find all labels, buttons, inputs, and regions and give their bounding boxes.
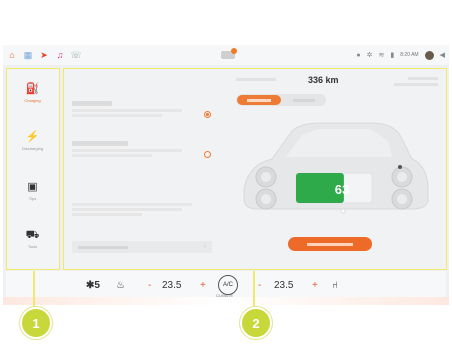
apps-icon[interactable]: ▦: [23, 50, 33, 60]
sidebar-item-label: Charging: [24, 98, 41, 103]
avatar[interactable]: [424, 50, 434, 60]
option-radio-1[interactable]: [204, 111, 211, 118]
battery-percent: 63: [335, 182, 349, 197]
temp-left-value: 23.5: [162, 280, 182, 291]
lock-icon: ●: [356, 51, 361, 59]
temp-right-value: 23.5: [274, 280, 294, 291]
sidebar-item-charging[interactable]: ⛽ Charging: [7, 71, 58, 115]
temp-left-plus-button[interactable]: +: [200, 279, 206, 293]
fuel-pump-icon: ⛽: [25, 83, 40, 95]
sidebar-item-label: Tips: [28, 196, 37, 201]
callout-2: 2: [240, 307, 272, 339]
fan-speed-left[interactable]: ✱5: [86, 279, 100, 293]
temp-right-minus-button[interactable]: -: [258, 279, 261, 293]
charging-status-panel: 336 km 63: [222, 69, 444, 269]
charging-options-panel: ›: [68, 75, 218, 265]
ac-label: A/C: [222, 282, 233, 288]
clock: 8:20 AM: [400, 52, 419, 58]
notification-icon[interactable]: [221, 48, 237, 59]
tips-icon: ▣: [27, 181, 38, 193]
note-text: [72, 203, 192, 216]
sidebar-item-tips[interactable]: ▣ Tips: [7, 169, 58, 213]
wifi-icon: ≋: [378, 52, 385, 59]
signal-icon: ▮: [390, 52, 395, 59]
volume-icon[interactable]: ◀: [440, 51, 445, 59]
status-bar: ⌂ ▦ ➤ ♫ ☏ ● ✲ ≋ ▮ 8:20 AM ◀: [3, 45, 449, 65]
infotainment-screen: ⌂ ▦ ➤ ♫ ☏ ● ✲ ≋ ▮ 8:20 AM ◀ ⛽ Charging ⚡…: [3, 45, 449, 305]
lightning-icon: ⚡: [25, 131, 40, 143]
sidebar: ⛽ Charging ⚡ Discharging ▣ Tips ⛟ Tools: [6, 68, 60, 270]
sidebar-item-discharging[interactable]: ⚡ Discharging: [7, 119, 58, 163]
music-icon[interactable]: ♫: [55, 50, 65, 60]
chevron-right-icon: ›: [204, 244, 206, 250]
temp-left-minus-button[interactable]: -: [148, 279, 151, 293]
car-seat-icon: ⛟: [25, 229, 40, 241]
option-row-1[interactable]: [72, 101, 212, 117]
notification-dot: [231, 48, 237, 54]
seat-icon[interactable]: ⑁: [332, 279, 338, 293]
temp-right-plus-button[interactable]: +: [312, 279, 318, 293]
climate-button[interactable]: A/C: [218, 275, 238, 295]
home-icon[interactable]: ⌂: [7, 50, 17, 60]
sidebar-item-label: Tools: [27, 244, 38, 249]
phone-icon[interactable]: ☏: [70, 50, 81, 60]
fan-speed-value: 5: [94, 280, 100, 291]
callout-1: 1: [20, 307, 52, 339]
navigation-icon[interactable]: ➤: [39, 50, 49, 60]
option-radio-2[interactable]: [204, 151, 211, 158]
option-row-2[interactable]: [72, 141, 212, 157]
main-content: › 336 km 63: [63, 68, 447, 270]
advanced-settings-row[interactable]: ›: [72, 241, 212, 253]
sidebar-item-tools[interactable]: ⛟ Tools: [7, 217, 58, 261]
bottom-gradient: [3, 297, 449, 305]
sidebar-item-label: Discharging: [21, 146, 44, 151]
settings-icon: ✲: [366, 52, 373, 59]
start-charging-button[interactable]: [288, 237, 372, 251]
seat-heat-icon[interactable]: ♨: [116, 279, 125, 293]
